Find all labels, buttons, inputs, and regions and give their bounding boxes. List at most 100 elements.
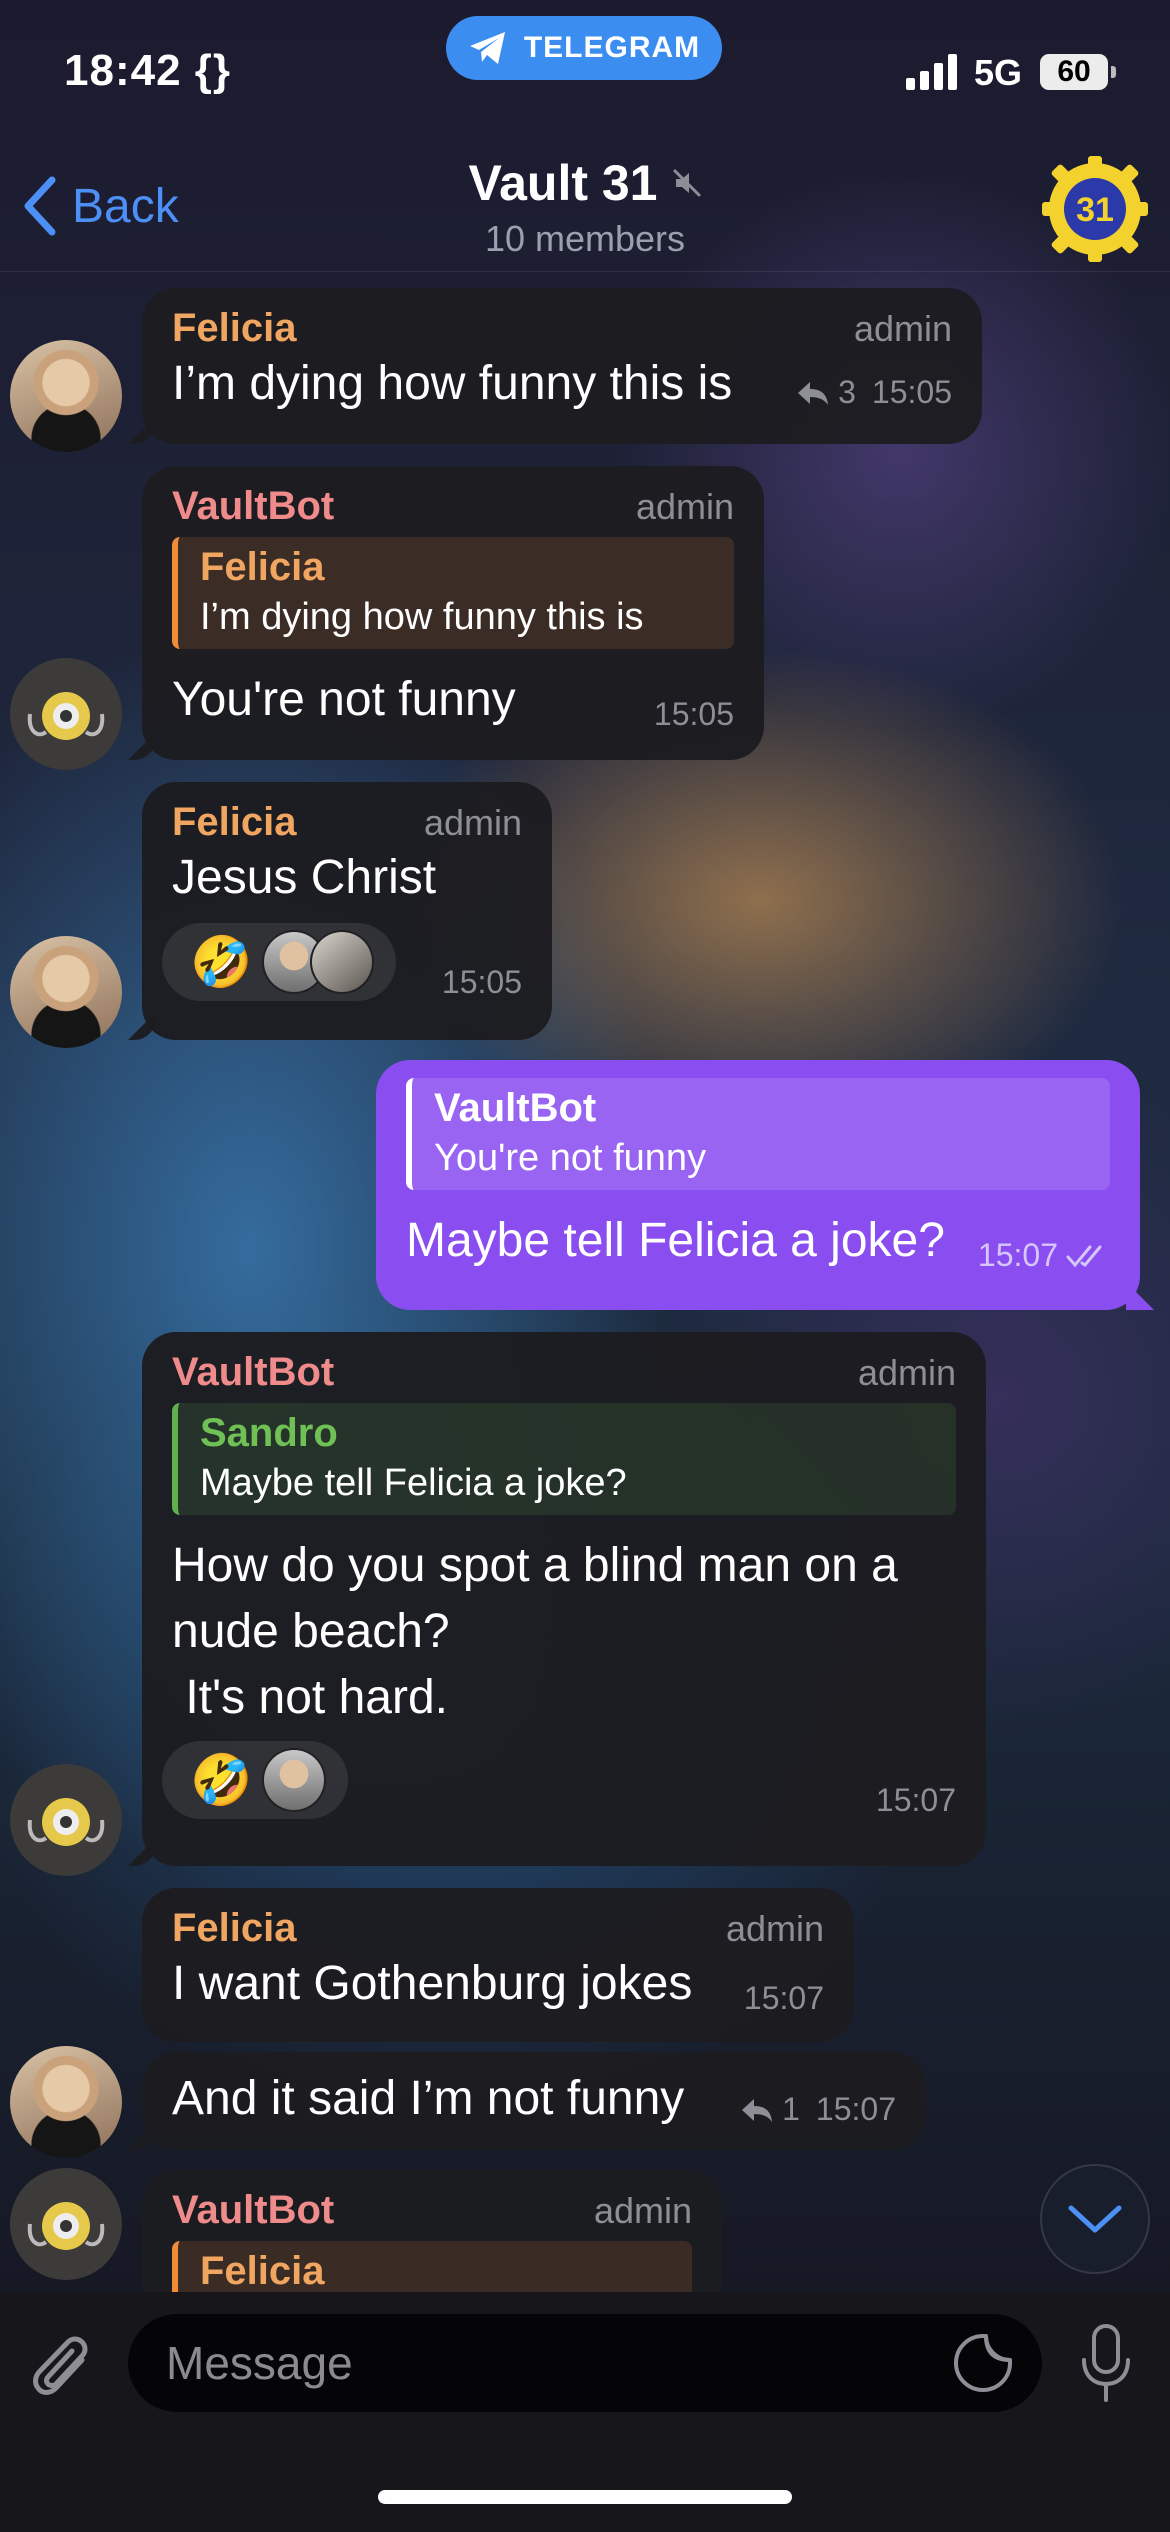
- message-time: 15:05: [871, 374, 952, 410]
- network-type: 5G: [974, 52, 1023, 93]
- chat-header: Back Vault 31 10 members 31: [0, 140, 1170, 272]
- chat-title-area[interactable]: Vault 31 10 members: [0, 154, 1170, 260]
- message-footer: 🤣 15:07: [162, 1741, 956, 1819]
- message-bubble[interactable]: And it said I’m not funny 1 15:07: [142, 2052, 926, 2150]
- avatar-vaultbot[interactable]: [10, 1764, 122, 1876]
- reaction-pill[interactable]: 🤣: [162, 923, 397, 1001]
- chat-title-text: Vault 31: [468, 155, 658, 211]
- role-badge: admin: [423, 802, 522, 843]
- reply-quote[interactable]: Felicia I’m dying how funny this is: [172, 537, 734, 649]
- signal-icon: [906, 54, 957, 90]
- status-bar: 18:42 {} TELEGRAM 5G 60: [0, 0, 1170, 140]
- message-body: I’m dying how funny this is 3 15:05: [172, 351, 952, 417]
- reactor-avatar: [310, 930, 375, 994]
- outgoing-message-bubble[interactable]: VaultBot You're not funny Maybe tell Fel…: [376, 1060, 1140, 1310]
- reply-count[interactable]: 3: [838, 374, 856, 411]
- reply-quote[interactable]: Sandro Maybe tell Felicia a joke?: [172, 1403, 956, 1515]
- message-header: Felicia admin: [172, 800, 522, 845]
- message-header: VaultBot admin: [172, 2188, 692, 2233]
- vaultbot-avatar-icon: [27, 692, 105, 740]
- message-meta: 3 15:05: [796, 374, 952, 411]
- message-bubble[interactable]: Felicia admin Jesus Christ 🤣 15:05: [142, 782, 552, 1040]
- message-text: Maybe tell Felicia a joke?: [406, 1214, 945, 1267]
- message-text: And it said I’m not funny: [172, 2072, 685, 2125]
- message-time: 15:07: [977, 1237, 1058, 1273]
- message-body: Maybe tell Felicia a joke? 15:07: [406, 1208, 1110, 1274]
- message-time: 15:07: [743, 1980, 824, 2016]
- group-avatar[interactable]: 31: [1040, 154, 1150, 264]
- quote-sender: VaultBot: [434, 1086, 597, 1130]
- quote-sender: Sandro: [200, 1411, 338, 1455]
- sender-name[interactable]: VaultBot: [172, 1350, 334, 1395]
- message-header: Felicia admin: [172, 1906, 824, 1951]
- message-time: 15:07: [875, 1782, 956, 1818]
- scroll-to-bottom-button[interactable]: [1040, 2164, 1150, 2274]
- message-text-line: nude beach?: [172, 1605, 450, 1658]
- vaultbot-avatar-icon: [27, 1798, 105, 1846]
- quote-text: You're not funny: [434, 1137, 707, 1179]
- telegram-pill[interactable]: TELEGRAM: [446, 16, 722, 80]
- role-badge: admin: [857, 1352, 956, 1393]
- telegram-pill-label: TELEGRAM: [523, 31, 701, 64]
- reply-quote[interactable]: VaultBot You're not funny: [406, 1078, 1110, 1190]
- message-time: 15:05: [441, 964, 522, 1000]
- sender-name[interactable]: VaultBot: [172, 484, 334, 529]
- message-text: Jesus Christ: [172, 851, 437, 904]
- reaction-pill[interactable]: 🤣: [162, 1741, 349, 1819]
- message-body: I want Gothenburg jokes 15:07: [172, 1951, 824, 2017]
- message-body: And it said I’m not funny 1 15:07: [172, 2066, 896, 2132]
- message-time: 15:05: [653, 696, 734, 732]
- paperclip-icon[interactable]: [28, 2330, 100, 2410]
- reply-count[interactable]: 1: [782, 2091, 800, 2128]
- message-meta: 1 15:07: [740, 2091, 896, 2128]
- message-bubble[interactable]: Felicia admin I want Gothenburg jokes 15…: [142, 1888, 854, 2042]
- chat-title: Vault 31: [469, 154, 702, 212]
- reactor-avatar: [262, 1748, 327, 1812]
- message-text: I want Gothenburg jokes: [172, 1957, 693, 2010]
- avatar-vaultbot[interactable]: [10, 658, 122, 770]
- message-time: 15:07: [815, 2091, 896, 2127]
- role-badge: admin: [725, 1908, 824, 1949]
- mute-icon: [673, 169, 700, 197]
- chevron-down-icon: [1068, 2205, 1122, 2233]
- group-avatar-text: 31: [1076, 191, 1114, 229]
- message-text: I’m dying how funny this is: [172, 357, 733, 410]
- avatar-felicia[interactable]: [10, 2046, 122, 2158]
- battery-indicator: 60: [1040, 54, 1108, 90]
- message-bubble[interactable]: VaultBot admin Felicia I’m dying how fun…: [142, 466, 764, 760]
- sender-name[interactable]: Felicia: [172, 800, 297, 845]
- double-check-icon: [1066, 1245, 1102, 1267]
- message-bubble[interactable]: Felicia admin I’m dying how funny this i…: [142, 288, 982, 444]
- quote-sender: Felicia: [200, 545, 325, 589]
- quote-text: Maybe tell Felicia a joke?: [200, 1462, 627, 1504]
- message-text-line: How do you spot a blind man on a: [172, 1539, 898, 1592]
- message-header: VaultBot admin: [172, 1350, 956, 1395]
- role-badge: admin: [593, 2190, 692, 2231]
- message-meta: 15:07: [978, 1237, 1110, 1274]
- chat-subtitle: 10 members: [484, 218, 686, 259]
- vaultbot-avatar-icon: [27, 2202, 105, 2250]
- microphone-icon[interactable]: [1076, 2322, 1136, 2406]
- message-header: Felicia admin: [172, 306, 952, 351]
- sticker-icon[interactable]: [952, 2332, 1014, 2394]
- message-text-line: It's not hard.: [172, 1671, 448, 1724]
- role-badge: admin: [635, 486, 734, 527]
- sender-name[interactable]: Felicia: [172, 306, 297, 351]
- home-indicator[interactable]: [378, 2490, 792, 2504]
- quote-sender: Felicia: [200, 2249, 325, 2293]
- sender-name[interactable]: VaultBot: [172, 2188, 334, 2233]
- telegram-plane-icon: [469, 32, 505, 64]
- avatar-vaultbot[interactable]: [10, 2168, 122, 2280]
- message-text: You're not funny: [172, 673, 516, 726]
- message-bubble[interactable]: VaultBot admin Sandro Maybe tell Felicia…: [142, 1332, 986, 1866]
- avatar-felicia[interactable]: [10, 340, 122, 452]
- reply-arrow-icon: [798, 381, 829, 405]
- message-input[interactable]: Message: [128, 2314, 1042, 2412]
- sender-name[interactable]: Felicia: [172, 1906, 297, 1951]
- message-body: You're not funny 15:05: [172, 667, 734, 733]
- role-badge: admin: [853, 308, 952, 349]
- reaction-emoji: 🤣: [190, 934, 253, 990]
- reply-arrow-icon: [742, 2098, 773, 2122]
- message-footer: 🤣 15:05: [162, 923, 522, 1001]
- avatar-felicia[interactable]: [10, 936, 122, 1048]
